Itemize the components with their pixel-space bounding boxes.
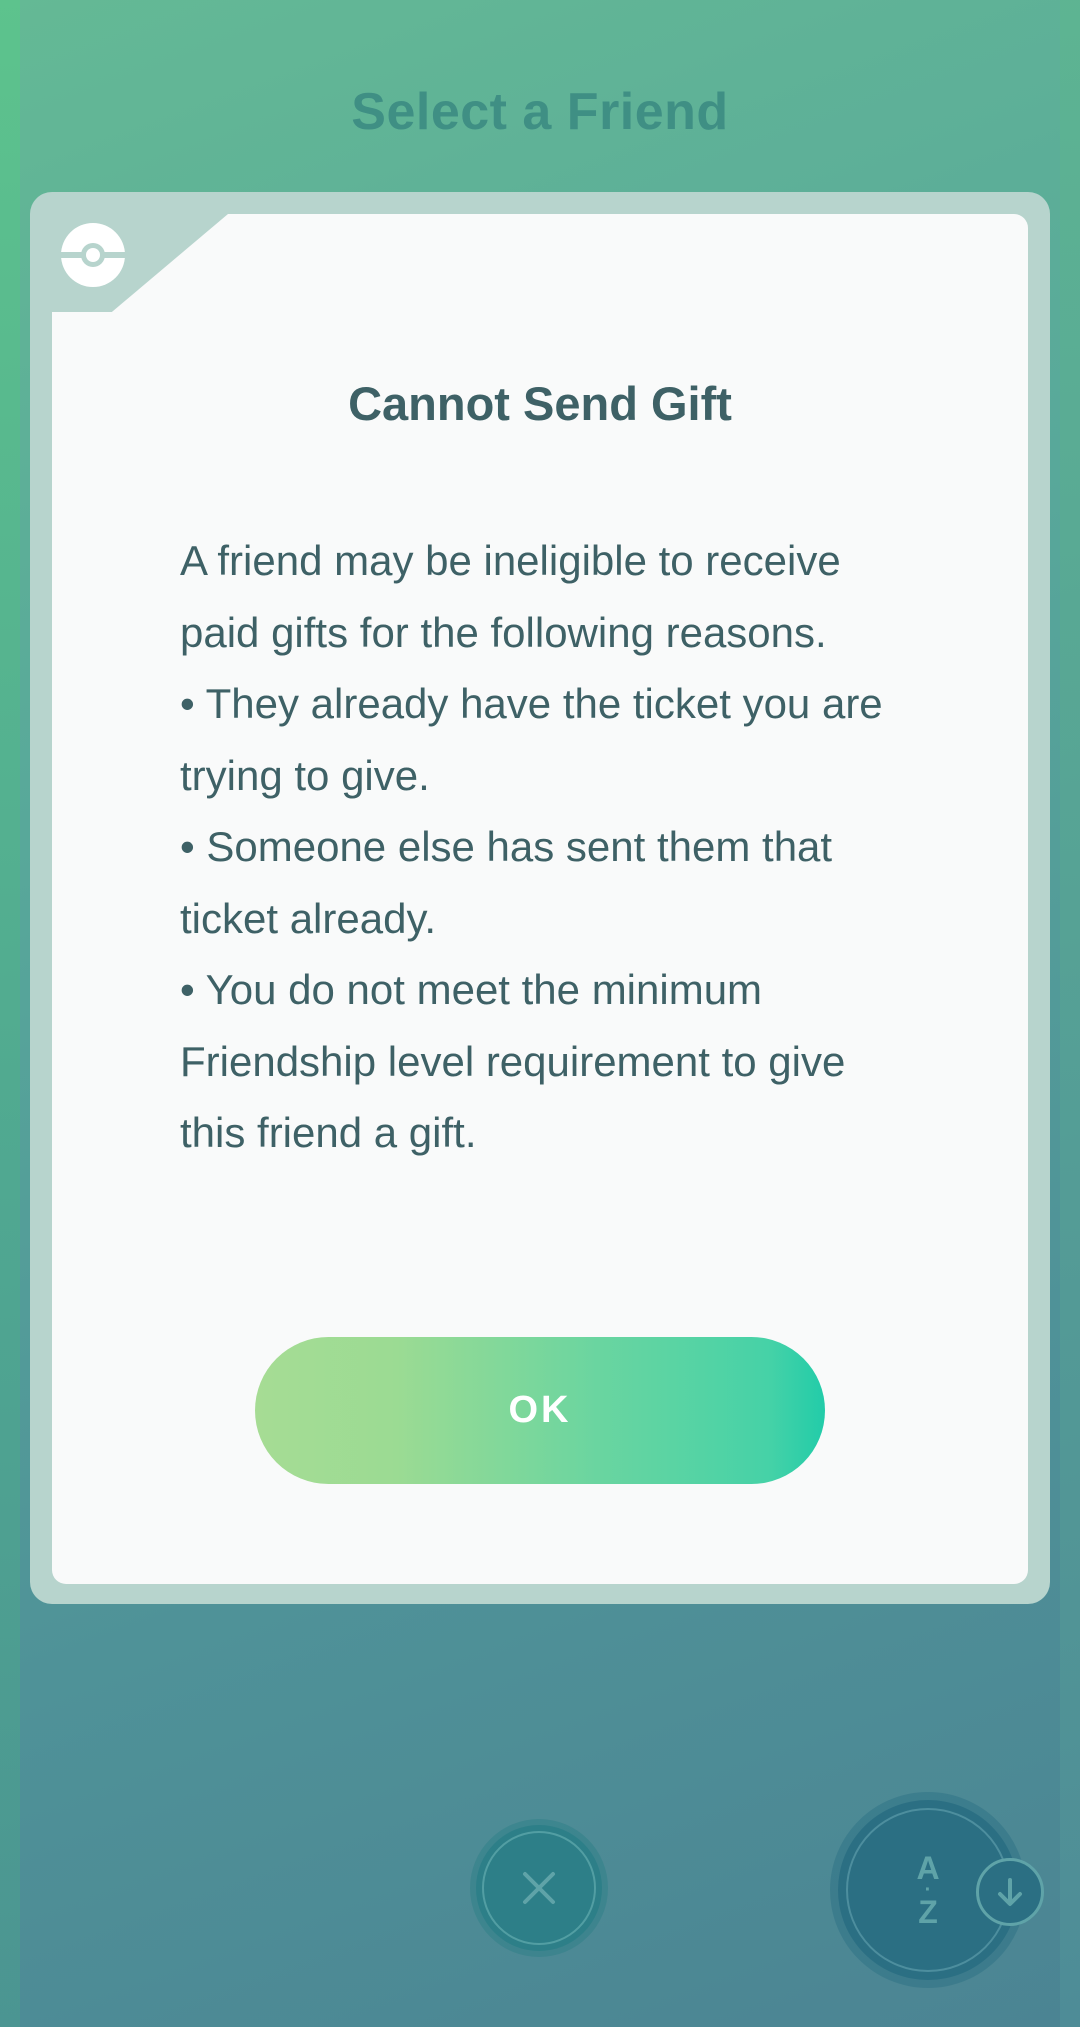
close-button[interactable] bbox=[476, 1825, 602, 1951]
pokeball-icon bbox=[61, 223, 125, 287]
left-edge bbox=[0, 0, 20, 2027]
close-icon bbox=[523, 1872, 555, 1904]
dialog-title: Cannot Send Gift bbox=[348, 377, 732, 430]
message-reason-3: • You do not meet the minimum Friendship… bbox=[180, 966, 846, 1156]
right-edge bbox=[1060, 0, 1080, 2027]
sort-direction-button[interactable] bbox=[976, 1858, 1044, 1926]
ok-button[interactable]: OK bbox=[255, 1337, 825, 1484]
message-reason-1: • They already have the ticket you are t… bbox=[180, 680, 883, 799]
ok-button-label: OK bbox=[508, 1389, 572, 1431]
message-reason-2: • Someone else has sent them that ticket… bbox=[180, 823, 833, 942]
message-intro: A friend may be ineligible to receive pa… bbox=[180, 537, 841, 656]
screen: Select a Friend A · Z Cannot Send Gift A… bbox=[0, 0, 1080, 2027]
close-button-ring bbox=[482, 1831, 596, 1945]
dialog-message: A friend may be ineligible to receive pa… bbox=[180, 525, 920, 1169]
arrow-down-icon bbox=[998, 1878, 1022, 1906]
sort-label-z: Z bbox=[918, 1894, 938, 1930]
page-title: Select a Friend bbox=[351, 83, 729, 141]
